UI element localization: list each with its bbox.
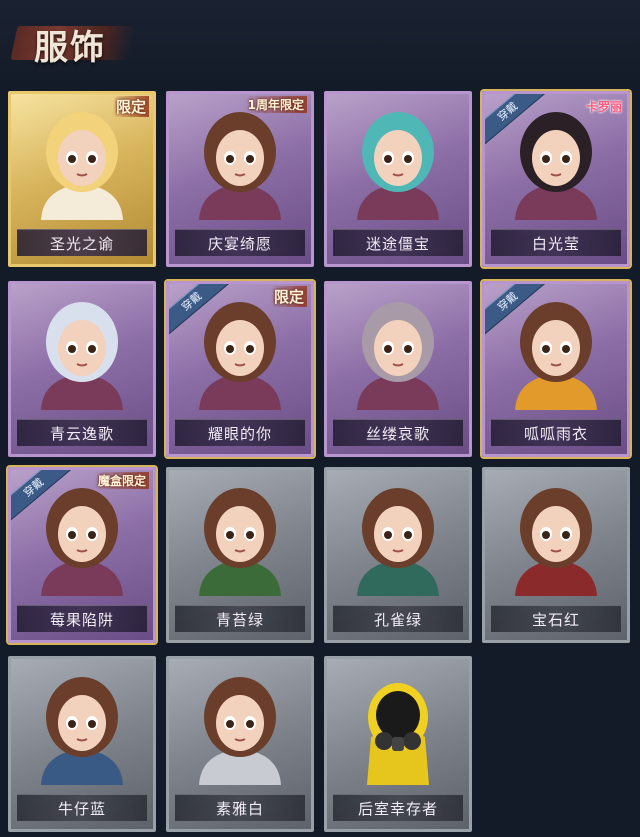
costume-name: 莓果陷阱 xyxy=(49,611,114,629)
costume-name: 丝缕哀歌 xyxy=(365,425,430,443)
limited-tag: 魔盒限定 xyxy=(94,472,149,489)
costume-name: 宝石红 xyxy=(531,611,580,629)
costume-card[interactable]: 宝石红 xyxy=(482,467,630,643)
costume-name-bar: 丝缕哀歌 xyxy=(333,419,463,446)
costume-name: 孔雀绿 xyxy=(373,611,422,629)
limited-tag: 限定 xyxy=(112,96,149,117)
costume-card[interactable]: 丝缕哀歌 xyxy=(324,281,472,457)
goddess-portrait-icon xyxy=(21,102,143,220)
costume-name-bar: 莓果陷阱 xyxy=(17,605,147,632)
costume-card[interactable]: 青云逸歌 xyxy=(8,281,156,457)
costume-card[interactable]: 牛仔蓝 xyxy=(8,656,156,832)
costume-name-bar: 耀眼的你 xyxy=(175,419,305,446)
costume-name-bar: 青苔绿 xyxy=(175,605,305,632)
teal-hair-portrait-icon xyxy=(337,102,459,220)
costume-name: 后室幸存者 xyxy=(357,800,438,818)
costume-name: 迷途僵宝 xyxy=(365,235,430,253)
gas-mask-portrait-icon xyxy=(337,667,459,785)
costume-name: 白光莹 xyxy=(531,235,580,253)
costume-card[interactable]: 迷途僵宝 xyxy=(324,91,472,267)
green-coat-portrait-icon xyxy=(179,478,301,596)
costume-name-bar: 宝石红 xyxy=(491,605,621,632)
limited-tag: 1周年限定 xyxy=(244,96,307,113)
costume-card[interactable]: 穿戴 卡罗丽 白光莹 xyxy=(482,91,630,267)
red-coat-portrait-icon xyxy=(495,478,617,596)
costume-name-bar: 牛仔蓝 xyxy=(17,794,147,821)
costume-card[interactable]: 1周年限定庆宴绮愿 xyxy=(166,91,314,267)
costume-card[interactable]: 孔雀绿 xyxy=(324,467,472,643)
peacock-coat-portrait-icon xyxy=(337,478,459,596)
costume-name-bar: 后室幸存者 xyxy=(333,794,463,821)
costume-card[interactable]: 穿戴 呱呱雨衣 xyxy=(482,281,630,457)
costume-name: 青云逸歌 xyxy=(49,425,114,443)
costume-card[interactable]: 青苔绿 xyxy=(166,467,314,643)
costume-card[interactable]: 穿戴 限定 耀眼的你 xyxy=(166,281,314,457)
costume-card[interactable]: 穿戴 魔盒限定 莓果陷阱 xyxy=(8,467,156,643)
birthday-cake-portrait-icon xyxy=(179,102,301,220)
costume-card[interactable]: 后室幸存者 xyxy=(324,656,472,832)
costume-name-bar: 迷途僵宝 xyxy=(333,229,463,256)
brand-logo: 卡罗丽 xyxy=(585,100,622,114)
costume-name: 牛仔蓝 xyxy=(57,800,106,818)
costume-name: 呱呱雨衣 xyxy=(523,425,588,443)
title-banner: 服饰 xyxy=(10,16,136,68)
costume-name-bar: 圣光之谕 xyxy=(17,229,147,256)
costume-name: 青苔绿 xyxy=(215,611,264,629)
costume-name: 圣光之谕 xyxy=(49,235,114,253)
lace-headband-portrait-icon xyxy=(337,292,459,410)
costume-name-bar: 呱呱雨衣 xyxy=(491,419,621,446)
costume-name: 素雅白 xyxy=(215,800,264,818)
page-title: 服饰 xyxy=(34,28,106,68)
costume-name-bar: 青云逸歌 xyxy=(17,419,147,446)
costume-name-bar: 白光莹 xyxy=(491,229,621,256)
costume-card[interactable]: 素雅白 xyxy=(166,656,314,832)
silver-hair-portrait-icon xyxy=(21,292,143,410)
costume-name-bar: 孔雀绿 xyxy=(333,605,463,632)
costume-name: 耀眼的你 xyxy=(207,425,272,443)
costume-name: 庆宴绮愿 xyxy=(207,235,272,253)
limited-tag: 限定 xyxy=(270,286,307,307)
blue-coat-portrait-icon xyxy=(21,667,143,785)
header-bar: 服饰 xyxy=(0,0,640,80)
costume-name-bar: 素雅白 xyxy=(175,794,305,821)
costume-name-bar: 庆宴绮愿 xyxy=(175,229,305,256)
white-coat-portrait-icon xyxy=(179,667,301,785)
costume-card[interactable]: 限定圣光之谕 xyxy=(8,91,156,267)
